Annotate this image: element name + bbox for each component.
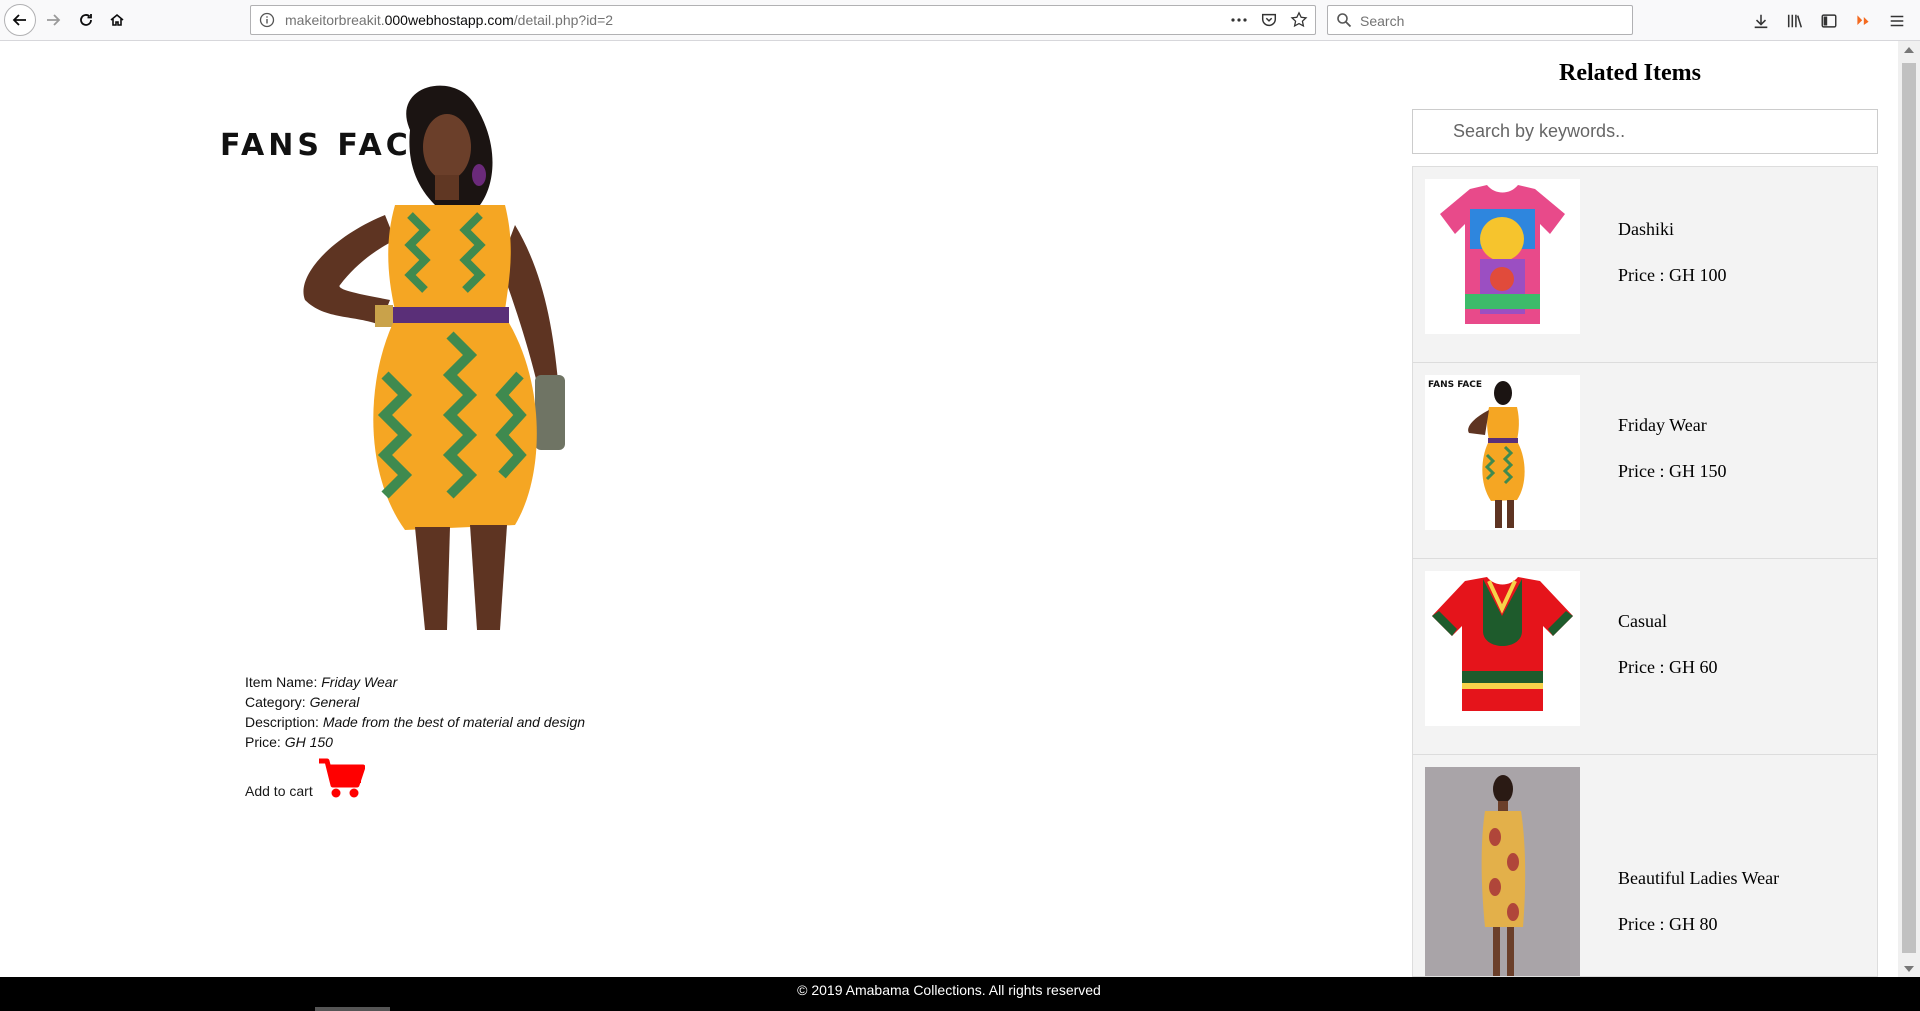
extension-icon[interactable]: [1852, 10, 1874, 32]
related-item-name[interactable]: Dashiki: [1618, 219, 1674, 240]
info-icon[interactable]: [259, 12, 275, 28]
related-item-price: Price : GH 60: [1618, 657, 1718, 677]
pocket-icon[interactable]: [1259, 10, 1279, 30]
url-bar[interactable]: makeitorbreakit.000webhostapp.com/detail…: [250, 5, 1316, 35]
related-item[interactable]: Casual Price : GH 60: [1413, 559, 1877, 755]
arrow-right-icon: [47, 14, 61, 26]
footer-copyright: © 2019 Amabama Collections. All rights r…: [797, 982, 1101, 998]
dress-image: FANS FACE: [1428, 380, 1525, 528]
arrow-left-icon: [12, 14, 26, 26]
reload-icon: [80, 14, 92, 26]
related-item-name[interactable]: Friday Wear: [1618, 415, 1707, 436]
scroll-thumb[interactable]: [1902, 63, 1916, 953]
horizontal-scroll-thumb[interactable]: [315, 1007, 390, 1011]
related-item-name[interactable]: Casual: [1618, 611, 1667, 632]
keyword-search[interactable]: [1412, 109, 1878, 154]
ladies-dress-image: [1481, 775, 1526, 976]
browser-toolbar: makeitorbreakit.000webhostapp.com/detail…: [0, 0, 1920, 41]
home-button[interactable]: [101, 4, 133, 36]
back-button[interactable]: [4, 4, 36, 36]
related-item-thumbnail[interactable]: FANS FACE: [1425, 375, 1580, 530]
scroll-down-arrow-icon[interactable]: [1898, 960, 1920, 977]
library-icon[interactable]: [1784, 10, 1806, 32]
sidebar-icon[interactable]: [1818, 10, 1840, 32]
reload-button[interactable]: [70, 4, 102, 36]
thumb-brand-logo: FANS FACE: [1428, 380, 1482, 390]
browser-search-bar[interactable]: Search: [1327, 5, 1633, 35]
bookmark-star-icon[interactable]: [1289, 10, 1309, 30]
url-text[interactable]: makeitorbreakit.000webhostapp.com/detail…: [285, 12, 613, 28]
browser-search-placeholder: Search: [1360, 13, 1405, 29]
footer: © 2019 Amabama Collections. All rights r…: [0, 977, 1920, 1011]
category-row: Category: General: [245, 692, 585, 712]
item-name-row: Item Name: Friday Wear: [245, 672, 585, 692]
related-item-name[interactable]: Beautiful Ladies Wear: [1618, 868, 1779, 889]
description-row: Description: Made from the best of mater…: [245, 712, 585, 732]
related-item-price: Price : GH 150: [1618, 461, 1727, 481]
menu-icon[interactable]: [1886, 10, 1908, 32]
item-name-value: Friday Wear: [321, 674, 398, 690]
add-to-cart-button[interactable]: Add to cart: [245, 755, 365, 799]
category-value: General: [309, 694, 360, 710]
related-item[interactable]: Dashiki Price : GH 100: [1413, 167, 1877, 363]
related-item[interactable]: Beautiful Ladies Wear Price : GH 80: [1413, 755, 1877, 976]
forward-button[interactable]: [37, 4, 69, 36]
price-value: GH 150: [284, 734, 333, 750]
product-detail: [0, 41, 1410, 977]
home-icon: [110, 13, 124, 26]
related-items-list: Dashiki Price : GH 100 FANS FACE Friday …: [1412, 166, 1878, 977]
keyword-search-input[interactable]: [1413, 110, 1877, 153]
related-items-title: Related Items: [1559, 60, 1701, 86]
product-details: Item Name: Friday Wear Category: General…: [245, 672, 585, 752]
tshirt-image: [1440, 185, 1565, 324]
more-actions-icon[interactable]: [1229, 10, 1249, 30]
related-item-price: Price : GH 80: [1618, 914, 1718, 934]
related-item-thumbnail[interactable]: [1425, 179, 1580, 334]
related-item-price: Price : GH 100: [1618, 265, 1727, 285]
category-label: Category:: [245, 694, 306, 710]
downloads-icon[interactable]: [1750, 10, 1772, 32]
description-value: Made from the best of material and desig…: [322, 714, 586, 730]
shopping-cart-icon[interactable]: [317, 755, 365, 799]
item-name-label: Item Name:: [245, 674, 318, 690]
price-label: Price:: [245, 734, 281, 750]
product-image[interactable]: [215, 75, 635, 630]
related-item-thumbnail[interactable]: [1425, 767, 1580, 976]
price-row: Price: GH 150: [245, 732, 585, 752]
scroll-up-arrow-icon[interactable]: [1898, 41, 1920, 58]
add-to-cart-label[interactable]: Add to cart: [245, 783, 313, 799]
search-icon: [1337, 13, 1352, 28]
description-label: Description:: [245, 714, 319, 730]
related-item[interactable]: FANS FACE Friday Wear Price : GH 150: [1413, 363, 1877, 559]
related-item-thumbnail[interactable]: [1425, 571, 1580, 726]
page-scrollbar[interactable]: [1898, 41, 1920, 977]
dashiki-shirt-image: [1432, 577, 1573, 711]
